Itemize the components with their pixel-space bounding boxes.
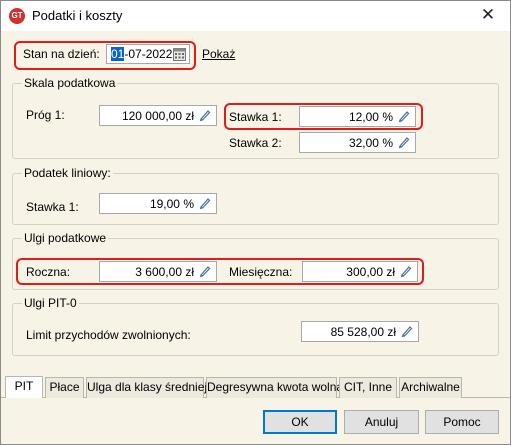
pit0-legend: Ulgi PIT-0 xyxy=(22,296,79,310)
linear-rate1-field[interactable]: 19,00 % xyxy=(99,193,217,214)
pencil-icon[interactable] xyxy=(198,264,212,278)
rate1-field[interactable]: 12,00 % xyxy=(299,106,416,127)
limit-label: Limit przychodów zwolnionych: xyxy=(26,328,191,342)
date-input[interactable]: 01-07-2022 xyxy=(106,44,190,64)
date-rest: -07-2022 xyxy=(124,47,173,61)
threshold-field[interactable]: 120 000,00 zł xyxy=(99,105,217,126)
pencil-icon[interactable] xyxy=(397,109,411,123)
show-link[interactable]: Pokaż xyxy=(202,47,235,61)
limit-value: 85 528,00 zł xyxy=(330,325,396,339)
rate1-label: Stawka 1: xyxy=(229,110,282,124)
date-day-selected: 01 xyxy=(111,47,125,61)
pencil-icon[interactable] xyxy=(400,324,414,338)
threshold-value: 120 000,00 zł xyxy=(121,109,194,123)
limit-field[interactable]: 85 528,00 zł xyxy=(301,321,419,342)
rate2-value: 32,00 % xyxy=(348,136,393,150)
tab-degressive-allowance[interactable]: Degresywna kwota wolna xyxy=(206,377,343,398)
tab-pit[interactable]: PIT xyxy=(5,376,43,398)
annual-value: 3 600,00 zł xyxy=(135,265,194,279)
pencil-icon[interactable] xyxy=(198,108,212,122)
calendar-icon[interactable] xyxy=(173,48,186,61)
date-label: Stan na dzień: xyxy=(23,47,100,61)
group-linear-tax xyxy=(12,173,499,225)
tab-archive[interactable]: Archiwalne xyxy=(399,377,462,398)
threshold-label: Próg 1: xyxy=(26,108,65,122)
title-bar: GT Podatki i koszty ✕ xyxy=(1,1,510,31)
linear-tax-legend: Podatek liniowy: xyxy=(22,166,113,180)
pencil-icon[interactable] xyxy=(399,264,413,278)
rate2-label: Stawka 2: xyxy=(229,136,282,150)
linear-rate1-label: Stawka 1: xyxy=(26,200,79,214)
close-icon: ✕ xyxy=(480,5,496,24)
dialog-window: GT Podatki i koszty ✕ Stan na dzień: 01-… xyxy=(0,0,511,445)
tax-relief-legend: Ulgi podatkowe xyxy=(22,231,109,245)
rate1-value: 12,00 % xyxy=(348,110,393,124)
tab-strip: PIT Płace Ulga dla klasy średniej Degres… xyxy=(1,376,510,398)
tab-middle-class-relief[interactable]: Ulga dla klasy średniej xyxy=(86,377,207,398)
monthly-field[interactable]: 300,00 zł xyxy=(302,261,418,282)
monthly-label: Miesięczna: xyxy=(229,265,293,279)
tax-scale-legend: Skala podatkowa xyxy=(22,76,118,90)
app-icon: GT xyxy=(9,8,25,24)
tab-cit-other[interactable]: CIT, Inne xyxy=(339,377,397,398)
ok-button[interactable]: OK xyxy=(263,410,337,434)
pencil-icon[interactable] xyxy=(397,135,411,149)
help-button[interactable]: Pomoc xyxy=(425,410,499,434)
window-title: Podatki i koszty xyxy=(32,8,123,23)
linear-rate1-value: 19,00 % xyxy=(149,197,194,211)
monthly-value: 300,00 zł xyxy=(346,265,395,279)
cancel-button[interactable]: Anuluj xyxy=(344,410,419,434)
close-button[interactable]: ✕ xyxy=(466,1,510,31)
rate2-field[interactable]: 32,00 % xyxy=(299,132,416,153)
annual-field[interactable]: 3 600,00 zł xyxy=(99,261,217,282)
tab-place[interactable]: Płace xyxy=(45,377,84,398)
pencil-icon[interactable] xyxy=(198,196,212,210)
annual-label: Roczna: xyxy=(26,265,71,279)
